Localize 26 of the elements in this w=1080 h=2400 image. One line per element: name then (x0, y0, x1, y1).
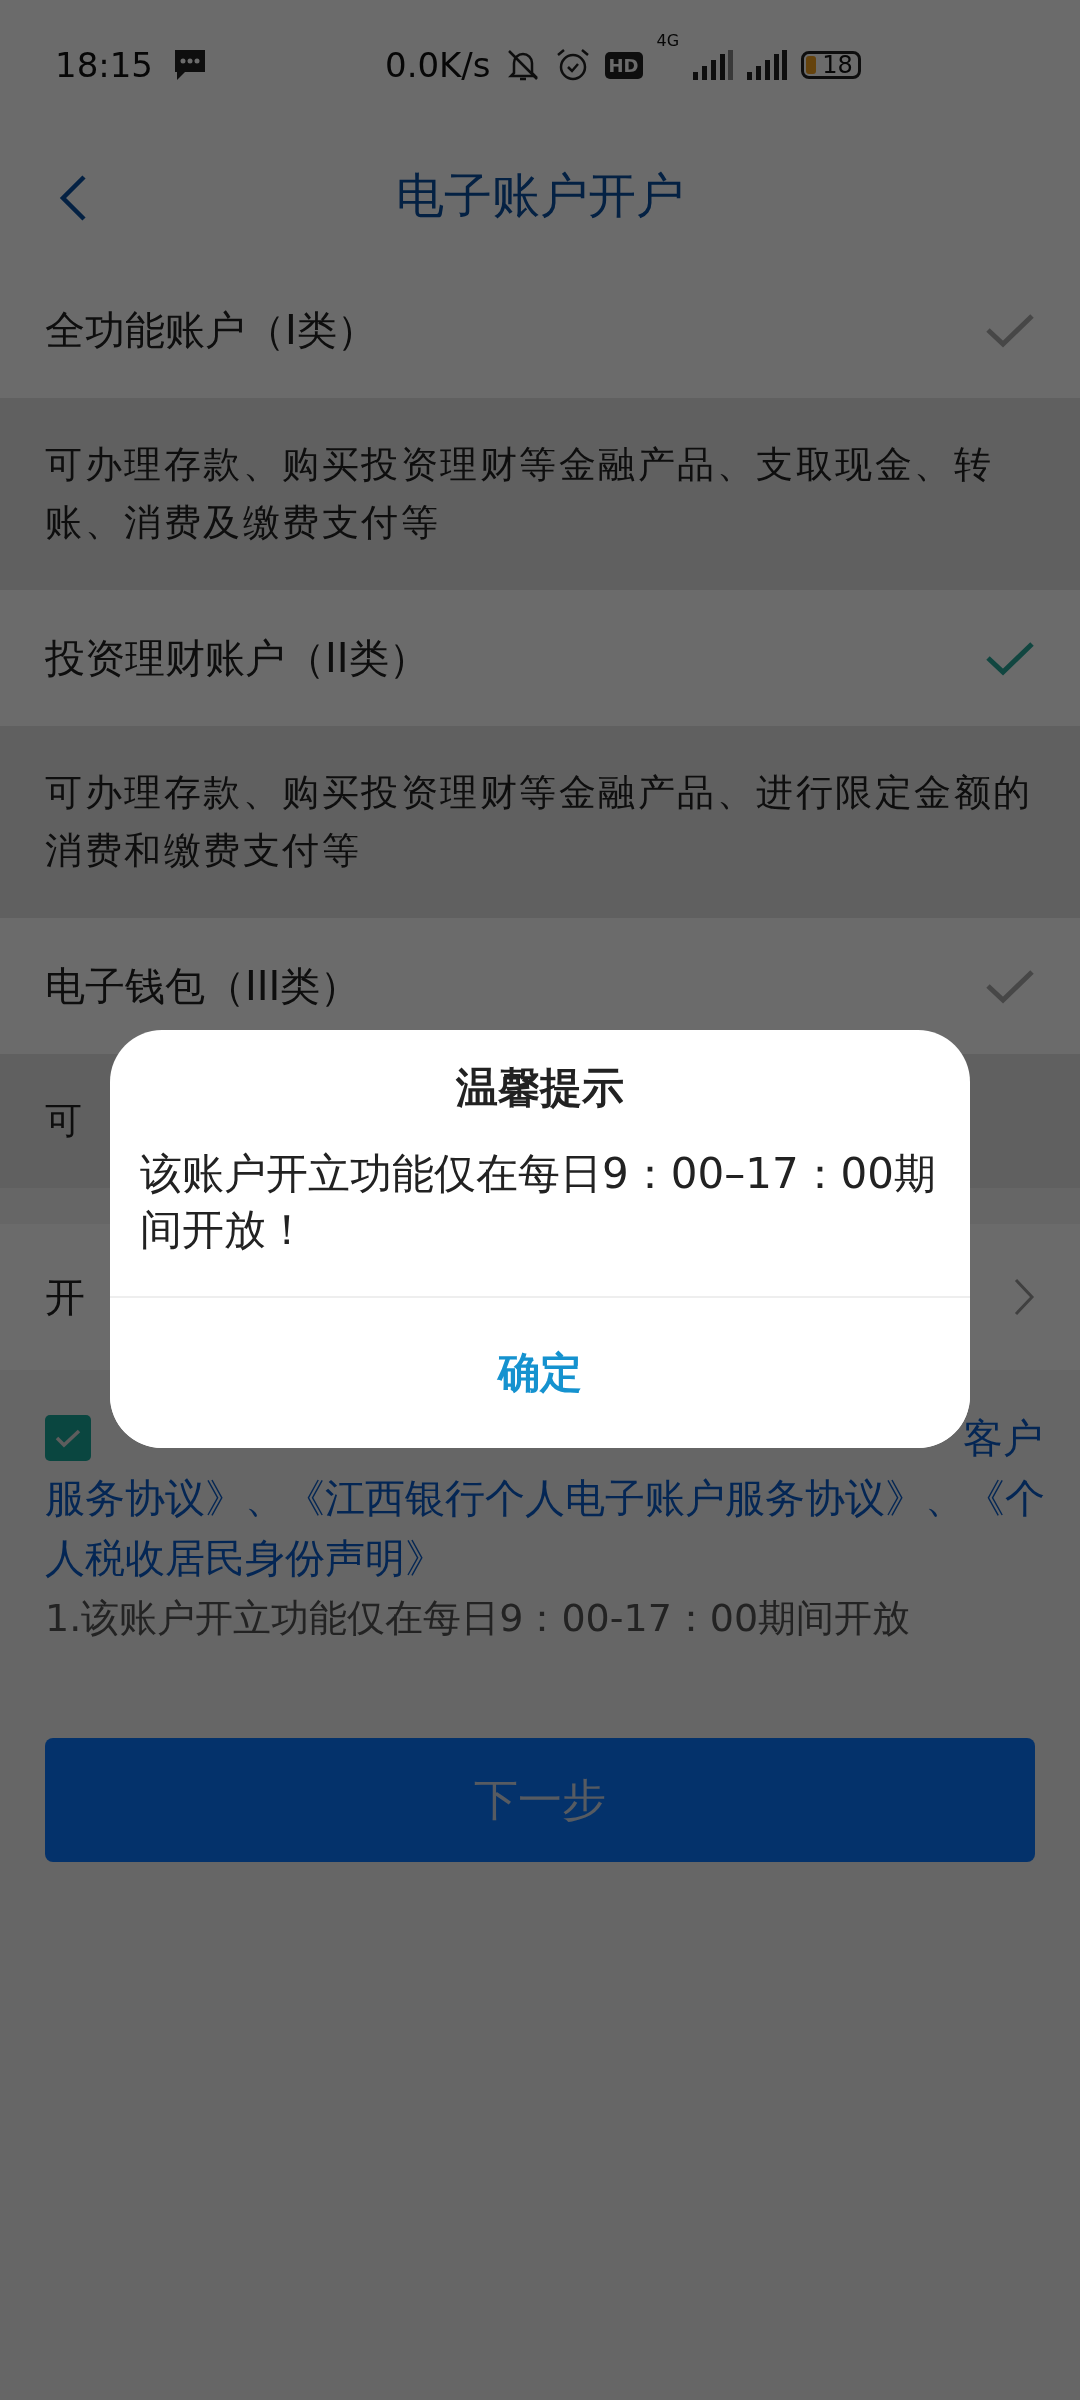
dialog-title: 温馨提示 (456, 1063, 624, 1112)
page-title: 电子账户开户 (396, 166, 684, 225)
clock-time: 18:15 (55, 45, 153, 85)
account-option[interactable]: 全功能账户（I类） (0, 262, 1080, 398)
network-speed: 0.0K/s (385, 45, 491, 85)
back-icon[interactable] (58, 174, 88, 222)
notice-text: 1.该账户开立功能仅在每日9：00-17：00期间开放 (45, 1596, 911, 1640)
row-label: 开 (45, 1272, 85, 1322)
account-name: 全功能账户（I类） (45, 305, 377, 355)
next-button[interactable]: 下一步 (45, 1738, 1035, 1862)
network-type: 4G (656, 31, 680, 50)
account-description: 可办理存款、购买投资理财等金融产品、进行限定金额的消费和缴费支付等 (45, 771, 1033, 872)
account-option[interactable]: 投资理财账户（II类） (0, 590, 1080, 726)
message-icon (173, 48, 207, 82)
hd-badge: HD (604, 51, 643, 79)
account-name: 电子钱包（III类） (45, 961, 361, 1011)
chevron-icon (1013, 1277, 1035, 1317)
signal-icon (747, 50, 788, 80)
signal-icon (693, 50, 734, 80)
account-description: 可 (45, 1099, 85, 1142)
check-icon (54, 1428, 82, 1448)
agree-checkbox[interactable] (45, 1415, 91, 1461)
battery-icon: 18 (801, 51, 862, 79)
dialog-message: 该账户开立功能仅在每日9：00–17：00期间开放！ (140, 1149, 937, 1254)
account-description: 可办理存款、购买投资理财等金融产品、支取现金、转账、消费及缴费支付等 (45, 443, 993, 544)
account-name: 投资理财账户（II类） (45, 633, 429, 683)
